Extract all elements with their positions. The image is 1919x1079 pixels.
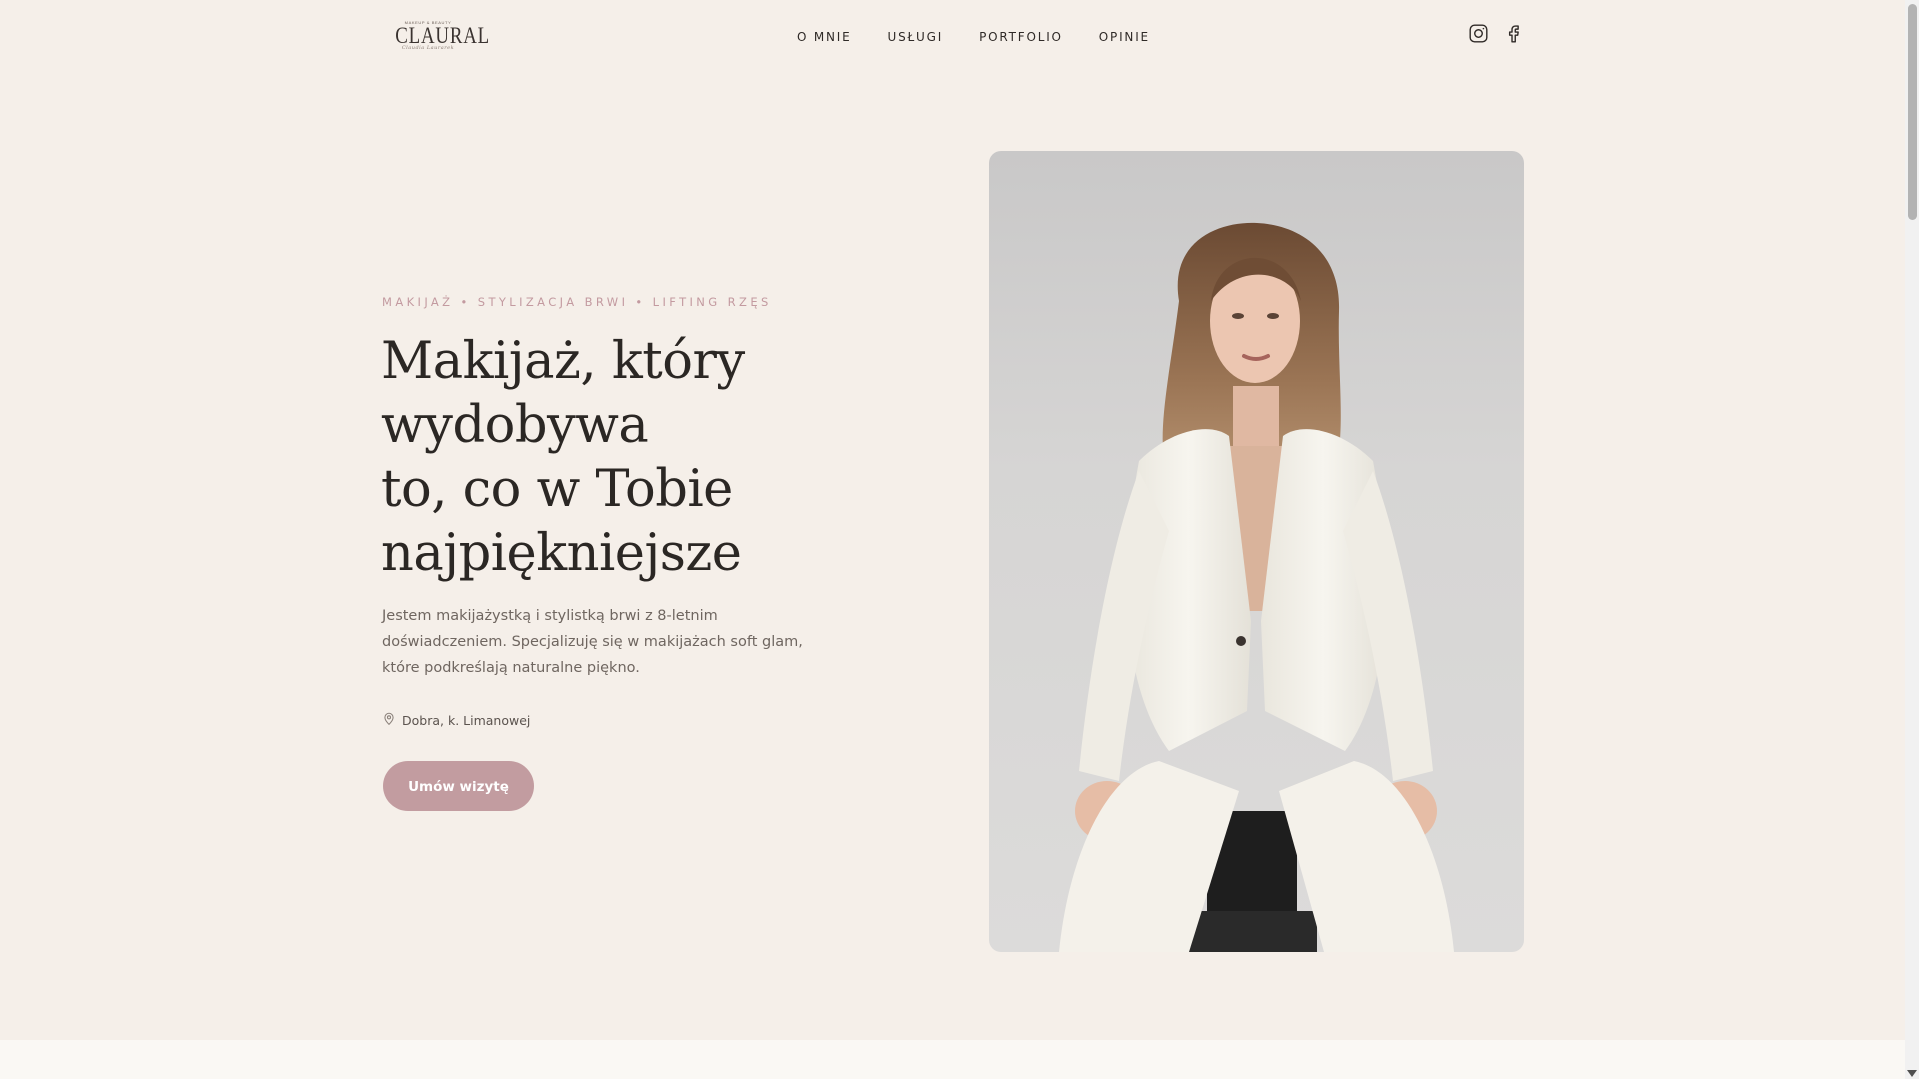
location-text: Dobra, k. Limanowej [402,712,531,728]
social-links [1468,23,1524,44]
nav-item-portfolio[interactable]: PORTFOLIO [979,28,1063,46]
next-section [0,1040,1905,1079]
hero-description: Jestem makijażystką i stylistką brwi z 8… [382,608,803,676]
hero-photo [989,151,1524,952]
main-nav: O MNIE USŁUGI PORTFOLIO OPINIE [797,28,1150,46]
page: MAKEUP & BEAUTY CLAURAL Claudia Laurarek… [0,0,1919,1079]
headline-line: Makijaż, który [381,332,745,391]
hero-headline: Makijaż, który wydobywa to, co w Tobie n… [381,330,851,586]
facebook-icon[interactable] [1503,23,1524,44]
scrollbar-thumb[interactable] [1908,4,1917,220]
site-header: MAKEUP & BEAUTY CLAURAL Claudia Laurarek… [0,0,1905,74]
headline-line: wydobywa [381,396,649,455]
map-pin-icon [382,711,396,729]
logo-main-text: CLAURAL [395,23,491,48]
hero-tagline: MAKIJAŻ • STYLIZACJA BRWI • LIFTING RZĘS [382,295,772,309]
nav-item-uslugi[interactable]: USŁUGI [888,28,944,46]
scroll-down-arrow-icon[interactable] [1907,1070,1917,1077]
nav-item-opinie[interactable]: OPINIE [1099,28,1150,46]
book-appointment-button[interactable]: Umów wizytę [383,761,534,811]
instagram-icon[interactable] [1468,23,1489,44]
scrollbar[interactable] [1905,0,1919,1079]
nav-item-o-mnie[interactable]: O MNIE [797,28,852,46]
logo[interactable]: MAKEUP & BEAUTY CLAURAL Claudia Laurarek [388,20,491,52]
headline-line: najpiękniejsze [381,524,742,583]
location: Dobra, k. Limanowej [382,711,530,729]
headline-line: to, co w Tobie [381,460,733,519]
